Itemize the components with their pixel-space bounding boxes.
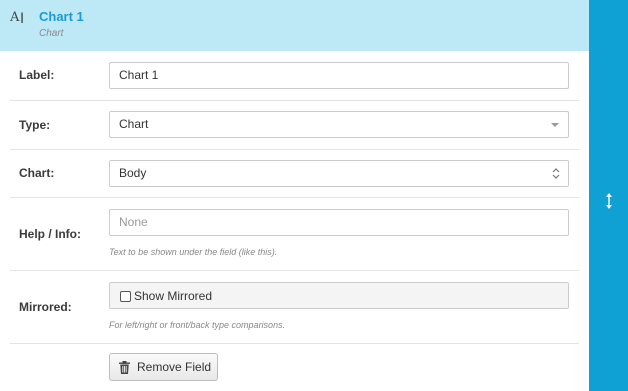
type-select[interactable]: Chart xyxy=(109,111,569,138)
trash-icon xyxy=(119,361,130,374)
field-type-subtitle: Chart xyxy=(39,28,64,39)
type-field-label: Type: xyxy=(19,118,51,132)
remove-field-button[interactable]: Remove Field xyxy=(109,353,218,381)
mirrored-hint: For left/right or front/back type compar… xyxy=(109,320,286,330)
help-input[interactable]: None xyxy=(109,209,569,236)
field-title: Chart 1 xyxy=(39,9,84,24)
vertical-resize-icon[interactable] xyxy=(605,192,613,210)
help-field-label: Help / Info: xyxy=(19,227,81,241)
chart-field-label: Chart: xyxy=(19,166,55,180)
show-mirrored-label[interactable]: Show Mirrored xyxy=(134,289,212,303)
label-input[interactable]: Chart 1 xyxy=(109,62,569,89)
label-field-label: Label: xyxy=(19,68,55,82)
mirrored-field-label: Mirrored: xyxy=(19,300,72,314)
chart-select[interactable]: Body xyxy=(109,160,569,187)
show-mirrored-checkbox[interactable] xyxy=(120,291,131,302)
chevron-down-icon xyxy=(551,123,559,127)
up-down-chevron-icon xyxy=(552,168,560,179)
remove-field-label: Remove Field xyxy=(137,360,212,374)
field-header[interactable]: AI Chart 1 Chart xyxy=(0,0,589,51)
chart-select-value: Body xyxy=(119,166,147,180)
help-hint: Text to be shown under the field (like t… xyxy=(109,247,278,257)
text-field-icon: AI xyxy=(10,10,25,27)
mirrored-toggle[interactable]: Show Mirrored xyxy=(109,282,569,309)
type-select-value: Chart xyxy=(119,117,149,131)
